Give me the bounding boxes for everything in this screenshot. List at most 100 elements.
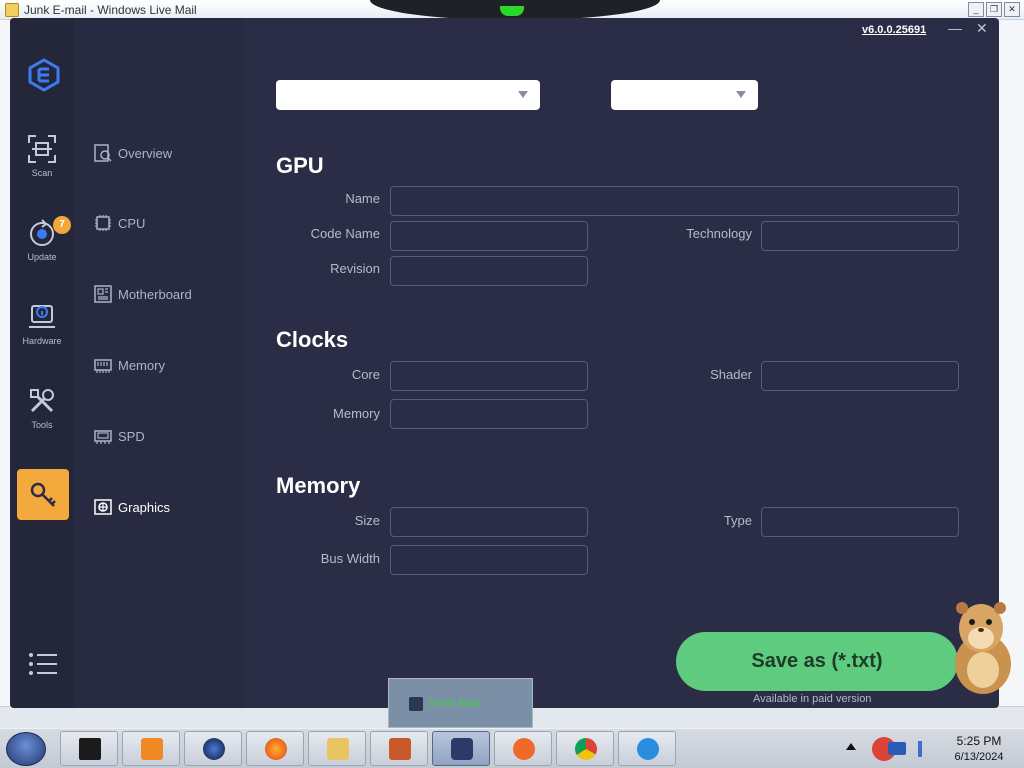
start-button[interactable] (6, 732, 46, 766)
taskbar-explorer[interactable] (308, 731, 366, 766)
subnav-item-motherboard[interactable]: Motherboard (94, 285, 192, 303)
tools-icon (30, 389, 54, 413)
house-icon (389, 738, 411, 760)
rail-item-hardware[interactable]: Hardware (10, 302, 74, 362)
memory-bus-width-label: Bus Width (320, 551, 380, 566)
subnav-item-spd[interactable]: SPD (94, 427, 145, 445)
save-as-txt-button[interactable]: Save as (*.txt) (676, 632, 958, 691)
memory-bus-width-field[interactable] (390, 545, 588, 575)
background-window-title: Junk E-mail - Windows Live Mail (24, 3, 197, 17)
app-minimize-icon[interactable]: — (948, 20, 962, 36)
overview-icon (94, 144, 112, 162)
subnav-item-graphics[interactable]: Graphics (94, 498, 170, 516)
gpu-revision-field[interactable] (390, 256, 588, 286)
rail-item-update[interactable]: 7 Update (10, 216, 74, 278)
subnav-item-overview[interactable]: Overview (94, 144, 172, 162)
clock-shader-label: Shader (710, 367, 752, 382)
taskbar-thumbnail-preview[interactable]: Driver Easy (388, 678, 533, 728)
system-clock[interactable]: 5:25 PM 6/13/2024 (934, 734, 1024, 763)
driver-easy-window: Scan 7 Update Hardware Tools Overview CP… (10, 18, 999, 708)
firefox-icon (265, 738, 287, 760)
gpu-technology-label: Technology (686, 226, 752, 241)
gpu-name-field[interactable] (390, 186, 959, 216)
thumbnail-label: Driver Easy (429, 698, 481, 709)
subnav-label-memory: Memory (118, 357, 165, 373)
taskbar-driver-easy[interactable] (432, 731, 490, 766)
clocks-section-title: Clocks (276, 327, 349, 352)
memory-icon (94, 359, 112, 373)
rail-label-scan: Scan (31, 168, 53, 178)
rail-item-tools[interactable]: Tools (10, 386, 74, 446)
restore-icon[interactable]: ❐ (986, 2, 1002, 17)
driver-easy-thumb-icon (409, 697, 423, 711)
gpu-revision-label: Revision (330, 261, 380, 276)
hardware-info-icon (29, 305, 55, 328)
gpu-code-name-field[interactable] (390, 221, 588, 251)
taskbar-app-1[interactable] (60, 731, 118, 766)
globe-icon (203, 738, 225, 760)
chevron-down-icon (736, 91, 746, 98)
version-label[interactable]: v6.0.0.25691 (862, 24, 926, 36)
app-close-icon[interactable]: ✕ (976, 20, 988, 37)
internet-explorer-icon (637, 738, 659, 760)
scan-icon (28, 135, 56, 163)
driver-easy-icon (451, 738, 473, 760)
clock-shader-field[interactable] (761, 361, 959, 391)
subnav-label-overview: Overview (118, 145, 173, 161)
cpu-icon (95, 215, 111, 231)
subnav-label-graphics: Graphics (118, 499, 171, 515)
chevron-down-icon (518, 91, 528, 98)
minimize-icon[interactable]: _ (968, 2, 984, 17)
sub-device-dropdown[interactable] (611, 80, 758, 110)
folder-icon (327, 738, 349, 760)
memory-type-field[interactable] (761, 507, 959, 537)
taskbar-firefox[interactable] (246, 731, 304, 766)
subnav-item-memory[interactable]: Memory (94, 356, 165, 374)
taskbar-app-3[interactable] (184, 731, 242, 766)
mail-app-icon (5, 3, 19, 17)
clock-memory-label: Memory (333, 406, 380, 421)
clock-date: 6/13/2024 (954, 751, 1004, 763)
show-hidden-icons-arrow[interactable] (846, 743, 856, 750)
close-icon[interactable]: ✕ (1004, 2, 1020, 17)
chrome-icon (575, 738, 597, 760)
rail-label-tools: Tools (31, 420, 53, 430)
notch-led (500, 6, 524, 16)
gpu-technology-field[interactable] (761, 221, 959, 251)
taskbar-app-6[interactable] (370, 731, 428, 766)
key-icon (30, 482, 56, 507)
background-window-controls: _ ❐ ✕ (968, 2, 1020, 17)
memory-size-field[interactable] (390, 507, 588, 537)
rail-item-scan[interactable]: Scan (10, 134, 74, 194)
dark-app-icon (79, 738, 101, 760)
memory-size-label: Size (354, 513, 380, 528)
menu-list-icon[interactable] (28, 652, 58, 676)
windows-taskbar: 5:25 PM 6/13/2024 (0, 728, 1024, 768)
taskbar-app-2[interactable] (122, 731, 180, 766)
gpu-section-title: GPU (276, 153, 324, 178)
paid-version-note: Available in paid version (753, 693, 872, 705)
device-dropdown[interactable] (276, 80, 540, 110)
clock-core-field[interactable] (390, 361, 588, 391)
subnav-item-cpu[interactable]: CPU (94, 214, 145, 232)
update-count-badge: 7 (53, 216, 71, 234)
rail-label-hardware: Hardware (22, 336, 62, 346)
taskbar-internet-explorer[interactable] (618, 731, 676, 766)
taskbar-app-8[interactable] (494, 731, 552, 766)
rail-label-update: Update (27, 252, 57, 262)
memory-section-title: Memory (276, 473, 361, 498)
spd-icon (94, 430, 112, 444)
graphics-icon (94, 499, 112, 515)
tray-icons[interactable] (866, 735, 930, 763)
subnav-label-spd: SPD (118, 428, 145, 444)
taskbar-chrome[interactable] (556, 731, 614, 766)
media-player-icon (141, 738, 163, 760)
subnav-label-motherboard: Motherboard (118, 286, 192, 302)
activate-key-button[interactable] (17, 469, 69, 520)
subnav-label-cpu: CPU (118, 215, 146, 231)
gpu-code-name-label: Code Name (310, 226, 380, 241)
clock-memory-field[interactable] (390, 399, 588, 429)
hamster-mascot (955, 602, 1011, 694)
clock-core-label: Core (351, 367, 380, 382)
driver-easy-logo-icon (28, 58, 60, 92)
